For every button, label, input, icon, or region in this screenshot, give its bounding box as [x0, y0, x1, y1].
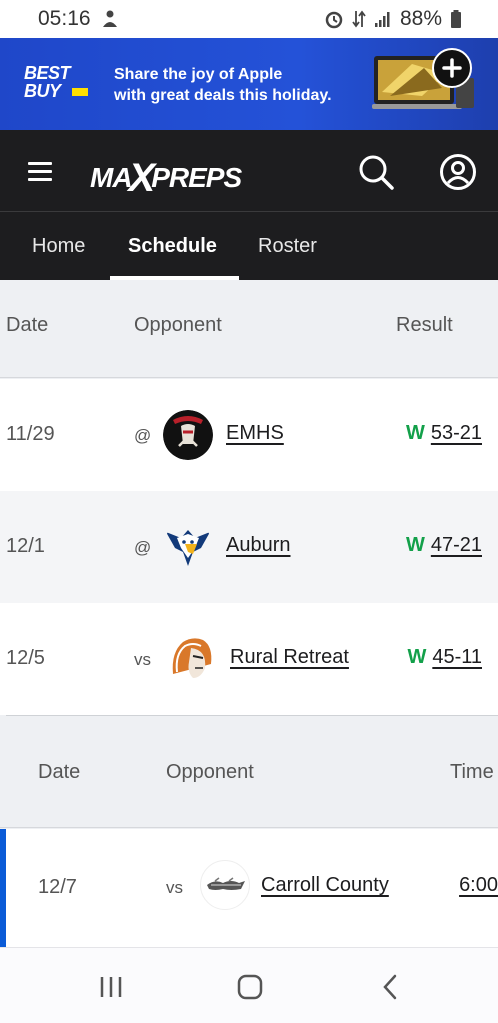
- ad-expand-button[interactable]: [432, 48, 472, 88]
- tab-roster[interactable]: Roster: [258, 235, 317, 258]
- status-left: 05:16: [38, 7, 119, 31]
- back-button[interactable]: [370, 970, 410, 1004]
- home-away: @: [134, 538, 152, 557]
- status-time: 05:16: [38, 7, 91, 30]
- battery-icon: [451, 10, 461, 28]
- team-tabs: Home Schedule Roster: [0, 212, 498, 280]
- game-result[interactable]: W 45-11: [407, 646, 482, 669]
- column-header-date[interactable]: Date: [38, 761, 80, 784]
- ad-text: Share the joy of Apple with great deals …: [114, 64, 332, 106]
- plus-icon: [442, 58, 462, 78]
- table-row[interactable]: 12/1 @ Auburn W 47-21: [0, 491, 498, 603]
- team-logo: [200, 860, 250, 910]
- column-header-opponent[interactable]: Opponent: [166, 761, 254, 784]
- opponent-link[interactable]: Carroll County: [261, 874, 389, 897]
- ad-text-line1: Share the joy of Apple: [114, 66, 283, 83]
- recent-apps-button[interactable]: [91, 970, 131, 1004]
- system-nav-bar: [0, 947, 498, 1023]
- ad-banner[interactable]: BEST BUY Share the joy of Apple with gre…: [0, 38, 498, 130]
- account-button[interactable]: [438, 152, 478, 192]
- tab-home[interactable]: Home: [32, 235, 85, 258]
- game-time-value[interactable]: 6:00: [459, 874, 498, 896]
- table-row[interactable]: 11/29 @ EMHS W 53-21: [0, 379, 498, 491]
- column-header-result[interactable]: Result: [396, 314, 453, 337]
- team-logo: [163, 522, 213, 572]
- status-bar: 05:16 88%: [0, 0, 498, 38]
- result-score[interactable]: 45-11: [432, 646, 482, 668]
- best-buy-logo: BEST BUY: [24, 64, 90, 104]
- rural-retreat-logo-icon: [172, 638, 212, 678]
- tab-schedule[interactable]: Schedule: [128, 235, 217, 258]
- selected-row-indicator: [0, 829, 6, 947]
- opponent-link[interactable]: Rural Retreat: [230, 646, 349, 669]
- emhs-logo-icon: [163, 410, 213, 460]
- ad-text-line2: with great deals this holiday.: [114, 87, 332, 104]
- game-result[interactable]: W 53-21: [406, 422, 482, 445]
- menu-icon[interactable]: [28, 162, 52, 182]
- site-header: MAXPREPS: [0, 130, 498, 212]
- home-button[interactable]: [230, 970, 270, 1004]
- table-row[interactable]: 12/7 vs Carroll County 6:00: [0, 829, 498, 947]
- result-win-loss: W: [405, 534, 425, 556]
- logo-text-post: PREPS: [151, 162, 242, 193]
- auburn-eagle-logo-icon: [166, 530, 210, 566]
- logo-text-pre: MA: [90, 162, 133, 193]
- home-away: vs: [166, 878, 183, 897]
- result-score[interactable]: 47-21: [431, 534, 482, 556]
- maxpreps-logo[interactable]: MAXPREPS: [90, 152, 242, 200]
- team-logo: [167, 634, 217, 684]
- team-logo: [163, 410, 213, 460]
- notification-icon: [102, 10, 117, 27]
- alarm-icon: [325, 11, 343, 29]
- column-header-time[interactable]: Time: [450, 761, 494, 784]
- best-buy-tag-icon: [72, 88, 88, 96]
- game-date: 11/29: [6, 423, 55, 445]
- opponent-link[interactable]: Auburn: [226, 534, 291, 557]
- search-icon: [359, 155, 394, 190]
- status-right: 88%: [324, 7, 462, 31]
- column-header-opponent[interactable]: Opponent: [134, 314, 222, 337]
- home-away: @: [134, 426, 152, 445]
- result-score[interactable]: 53-21: [431, 422, 482, 444]
- carroll-county-logo-icon: [207, 877, 245, 890]
- home-away: vs: [134, 650, 151, 669]
- game-date: 12/7: [38, 876, 77, 898]
- result-win-loss: W: [405, 422, 425, 444]
- results-table-header: Date Opponent Result: [0, 280, 498, 378]
- back-icon: [383, 974, 397, 1000]
- home-icon: [237, 974, 263, 1000]
- table-row[interactable]: 12/5 vs Rural Retreat W 45-11: [0, 603, 498, 715]
- logo-text-x: X: [128, 156, 156, 200]
- game-date: 12/1: [6, 535, 45, 557]
- data-transfer-icon: [352, 10, 366, 28]
- user-icon: [440, 154, 476, 190]
- opponent-link[interactable]: EMHS: [226, 422, 284, 445]
- game-result[interactable]: W 47-21: [406, 534, 482, 557]
- best-buy-logo-line1: BEST: [24, 63, 71, 83]
- game-time[interactable]: 6:00: [459, 874, 498, 897]
- battery-percent: 88%: [399, 7, 442, 30]
- game-date: 12/5: [6, 647, 45, 669]
- column-header-date[interactable]: Date: [6, 314, 48, 337]
- upcoming-table-header: Date Opponent Time: [0, 716, 498, 828]
- search-button[interactable]: [356, 152, 396, 192]
- recent-apps-icon: [100, 977, 122, 997]
- signal-icon: [374, 12, 390, 27]
- result-win-loss: W: [407, 646, 427, 668]
